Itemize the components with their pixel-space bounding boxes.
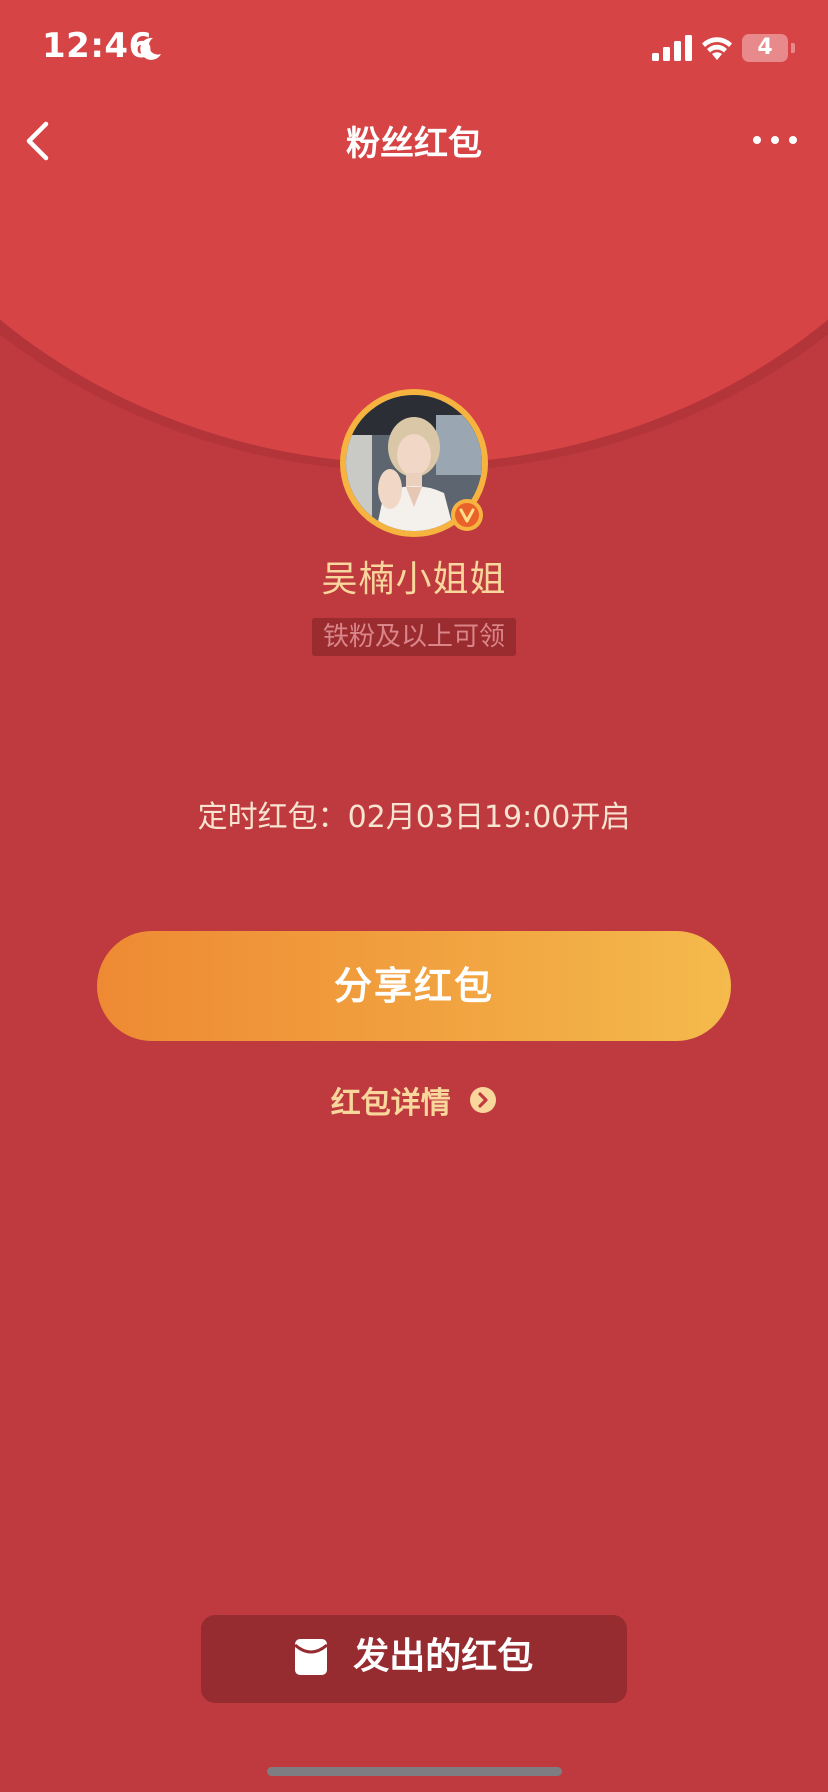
sent-button-label: 发出的红包 [353, 1636, 534, 1677]
sent-red-packets-button[interactable]: 发出的红包 [201, 1615, 627, 1703]
username: 吴楠小姐姐 [321, 559, 507, 600]
details-link-label: 红包详情 [330, 1086, 451, 1121]
status-bar: 12:46 4 [0, 0, 828, 100]
battery-cap [791, 43, 795, 53]
share-red-packet-button[interactable]: 分享红包 [97, 931, 731, 1041]
verified-badge-icon [451, 499, 483, 531]
page-title: 粉丝红包 [346, 124, 482, 164]
scheduled-open-text: 定时红包：02月03日19:00开启 [197, 800, 631, 835]
home-indicator[interactable] [267, 1767, 562, 1776]
screen: 12:46 4 粉丝红包 吴楠小姐姐 铁粉及以上可领 定时红包：02月03日19… [0, 0, 828, 1792]
eligibility-badge: 铁粉及以上可领 [312, 618, 516, 656]
moon-icon [140, 37, 161, 60]
battery-indicator: 4 [742, 34, 788, 62]
red-packet-details-link[interactable]: 红包详情 [0, 1078, 828, 1122]
chevron-right-circle-icon [470, 1087, 497, 1113]
red-envelope-icon [294, 1639, 327, 1675]
wifi-icon [702, 37, 732, 60]
more-options-icon[interactable] [752, 128, 798, 152]
signal-icon [652, 35, 692, 61]
